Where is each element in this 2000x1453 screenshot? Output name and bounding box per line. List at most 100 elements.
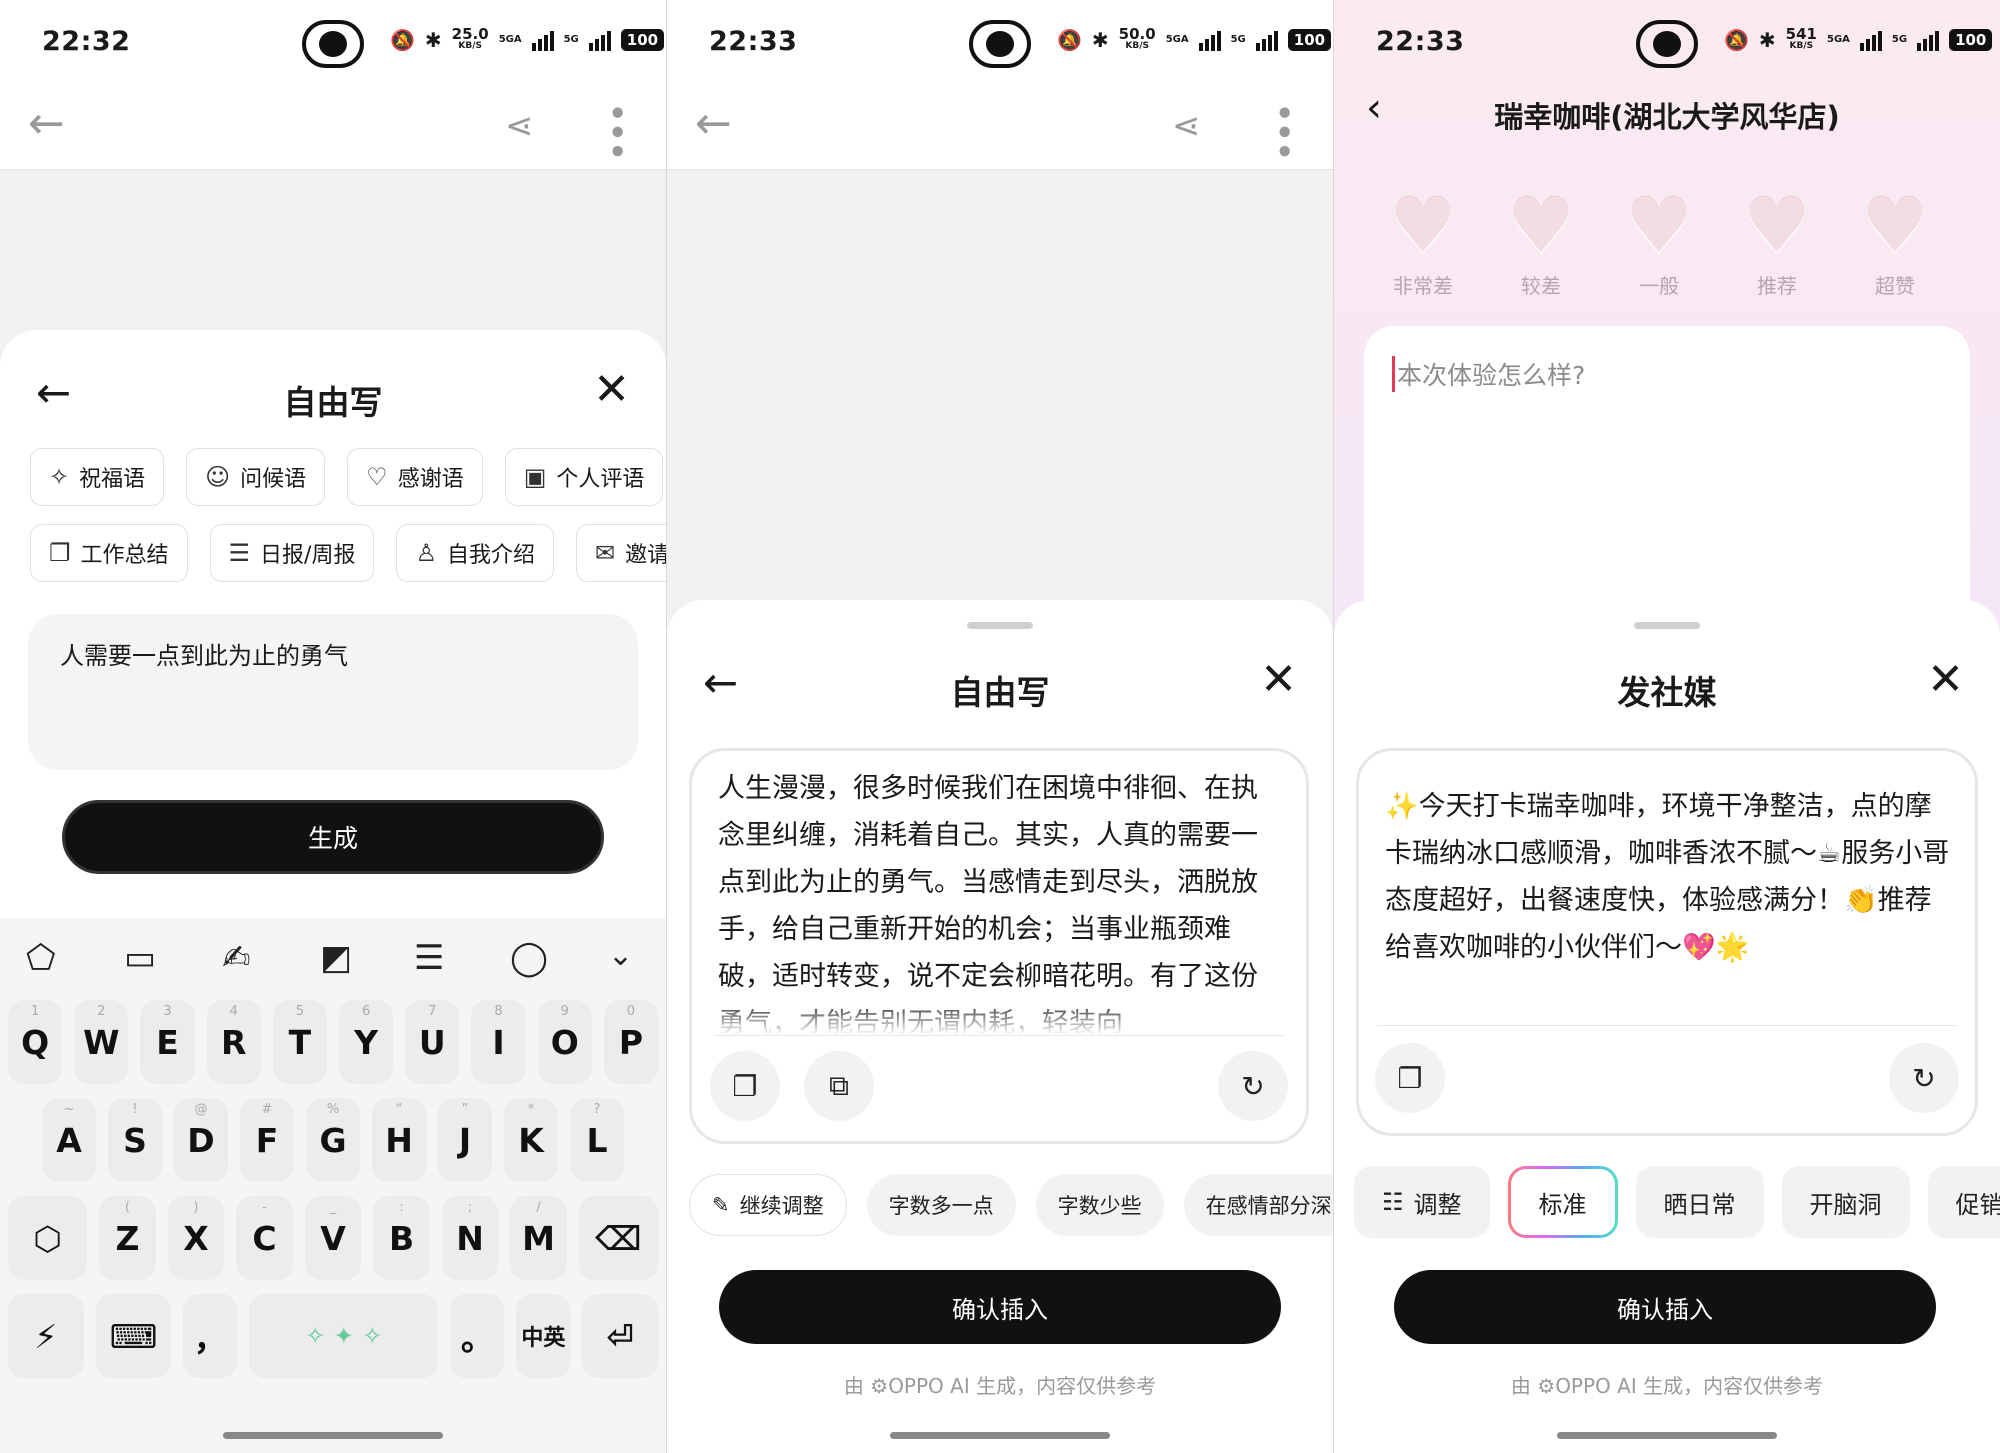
chevron-down-icon[interactable]: ⌄ [608,938,633,973]
key-m[interactable]: / M [510,1196,567,1280]
back-arrow-icon[interactable]: ← [695,102,732,146]
chip-promotion[interactable]: 促销 [1927,1166,2000,1238]
chip-emotion-deeper[interactable]: 在感情部分深入 [1183,1174,1333,1236]
mail-icon: ✉ [595,539,616,567]
key-g[interactable]: % G [306,1098,360,1182]
key-hint: 1 [30,1004,40,1019]
open-external-button[interactable]: ⧉ [804,1051,874,1121]
confirm-insert-button[interactable]: 确认插入 [1394,1270,1936,1344]
chip-standard[interactable]: 标准 [1508,1166,1618,1238]
chip-adjust[interactable]: ☷ 调整 [1354,1166,1490,1238]
key-r[interactable]: 4R [206,1000,261,1084]
chip-greeting[interactable]: ☺ 问候语 [186,448,326,506]
bluetooth-icon: ✱ [1091,28,1109,52]
more-options-icon[interactable]: ••• [595,102,636,160]
pentagon-icon[interactable]: ⬠ [26,938,56,978]
key-e[interactable]: 3E [140,1000,195,1084]
rating-bad[interactable]: ♥ 较差 [1502,186,1580,299]
share-icon[interactable]: ⋖ [505,106,534,146]
more-options-icon[interactable]: ••• [1262,102,1303,160]
rating-very-bad[interactable]: ♥ 非常差 [1384,186,1462,299]
close-icon[interactable]: ✕ [593,368,630,412]
generate-button[interactable]: 生成 [62,800,604,874]
sheet-grabber[interactable] [967,622,1033,629]
backspace-key[interactable]: ⌫ [578,1196,658,1280]
regenerate-button[interactable]: ↻ [1218,1051,1288,1121]
key-label: Y [354,1022,379,1062]
review-placeholder: 本次体验怎么样? [1392,356,1585,392]
chip-daily-report[interactable]: ☰ 日报/周报 [209,524,375,582]
back-arrow-icon[interactable]: ← [28,102,65,146]
confirm-insert-button[interactable]: 确认插入 [719,1270,1281,1344]
key-f[interactable]: # F [240,1098,294,1182]
generated-text[interactable]: 人生漫漫，很多时候我们在困境中徘徊、在执念里纠缠，消耗着自己。其实，人真的需要一… [718,765,1280,1035]
key-j[interactable]: ” J [438,1098,492,1182]
key-hint: - [262,1200,267,1215]
emoji-key[interactable]: ⌨ [95,1294,172,1378]
chip-personal-review[interactable]: ▣ 个人评语 [504,448,664,506]
key-c[interactable]: -C [236,1196,293,1280]
enter-key[interactable]: ⏎ [582,1294,658,1378]
search-icon[interactable]: ◯ [510,938,548,978]
chip-continue-adjust[interactable]: ✎ 继续调整 [689,1174,847,1236]
period-key[interactable]: 。 [450,1294,505,1378]
chip-invitation[interactable]: ✉邀请函 [576,524,666,582]
key-n[interactable]: ; N [441,1196,499,1280]
comma-key[interactable]: ， [183,1294,238,1378]
copy-button[interactable]: ❐ [1375,1043,1445,1113]
copy-button[interactable]: ❐ [710,1051,780,1121]
key-a[interactable]: ~ A [42,1098,96,1182]
key-k[interactable]: * K [504,1098,558,1182]
space-key[interactable]: ✧ ✦ ✧ [249,1294,439,1378]
key-v[interactable]: _ V [304,1196,362,1280]
prompt-input[interactable]: 人需要一点到此为止的勇气 [28,614,638,770]
keyboard: ⬠ ▭ ✍ ◩ ☰ ◯ ⌄ 1Q2W3E4R5T6Y7U8I9O0P ~ A! S @… [0,918,666,1453]
key-i[interactable]: 8I [471,1000,526,1084]
key-s[interactable]: ! S [108,1098,162,1182]
language-switch-key[interactable]: 中英 [516,1294,571,1378]
sheet-grabber[interactable] [1634,622,1700,629]
chip-work-summary[interactable]: ❐ 工作总结 [30,524,188,582]
handwriting-icon[interactable]: ✍ [222,938,251,978]
key-l[interactable]: ? L [570,1098,624,1182]
chip-self-intro[interactable]: ♙ 自我介绍 [396,524,554,582]
key-hint: 2 [97,1004,106,1019]
key-y[interactable]: 6Y [339,1000,394,1084]
review-input[interactable]: 本次体验怎么样? [1364,326,1970,646]
edit-box-icon[interactable]: ◩ [320,938,352,978]
chip-thanks[interactable]: ♡ 感谢语 [347,448,483,506]
key-x[interactable]: ) X [167,1196,225,1280]
key-label: U [418,1022,446,1062]
key-h[interactable]: “H [372,1098,426,1182]
note-icon[interactable]: ☰ [414,938,444,978]
key-u[interactable]: 7U [405,1000,460,1084]
rating-average[interactable]: ♥ 一般 [1620,186,1698,299]
generated-social-text[interactable]: ✨今天打卡瑞幸咖啡，环境干净整洁，点的摩卡瑞纳冰口感顺滑，咖啡香浓不腻～☕服务小… [1385,783,1953,971]
shift-key[interactable]: ⬡ [8,1196,88,1280]
chip-more-words[interactable]: 字数多一点 [866,1174,1016,1236]
key-b[interactable]: :B [373,1196,430,1280]
chip-brainstorm[interactable]: 开脑洞 [1781,1166,1910,1238]
key-o[interactable]: 9O [537,1000,592,1084]
share-icon[interactable]: ⋖ [1172,106,1201,146]
key-z[interactable]: (Z [99,1196,156,1280]
key-q[interactable]: 1Q [8,1000,63,1084]
close-icon[interactable]: ✕ [1927,658,1964,702]
shortcut-key[interactable]: ⚡ [8,1294,84,1378]
key-label: D [187,1120,215,1160]
clipboard-icon[interactable]: ▭ [124,938,156,978]
key-p[interactable]: 0P [603,1000,659,1084]
chip-fewer-words[interactable]: 字数少些 [1035,1174,1164,1236]
regenerate-button[interactable]: ↻ [1889,1043,1959,1113]
status-bar: 22:33 🔕 ✱ 50.0 KB/S 5GA 5G 100 [667,0,1333,88]
close-icon[interactable]: ✕ [1260,658,1297,702]
network-speed: 541 KB/S [1785,25,1817,52]
chip-blessing[interactable]: ✧ 祝福语 [30,448,165,506]
key-label: Q [21,1022,50,1062]
key-t[interactable]: 5T [272,1000,328,1084]
rating-excellent[interactable]: ♥ 超赞 [1856,186,1934,299]
chip-daily[interactable]: 晒日常 [1635,1166,1764,1238]
key-d[interactable]: @ D [174,1098,228,1182]
key-w[interactable]: 2W [74,1000,129,1084]
rating-recommend[interactable]: ♥ 推荐 [1738,186,1816,299]
